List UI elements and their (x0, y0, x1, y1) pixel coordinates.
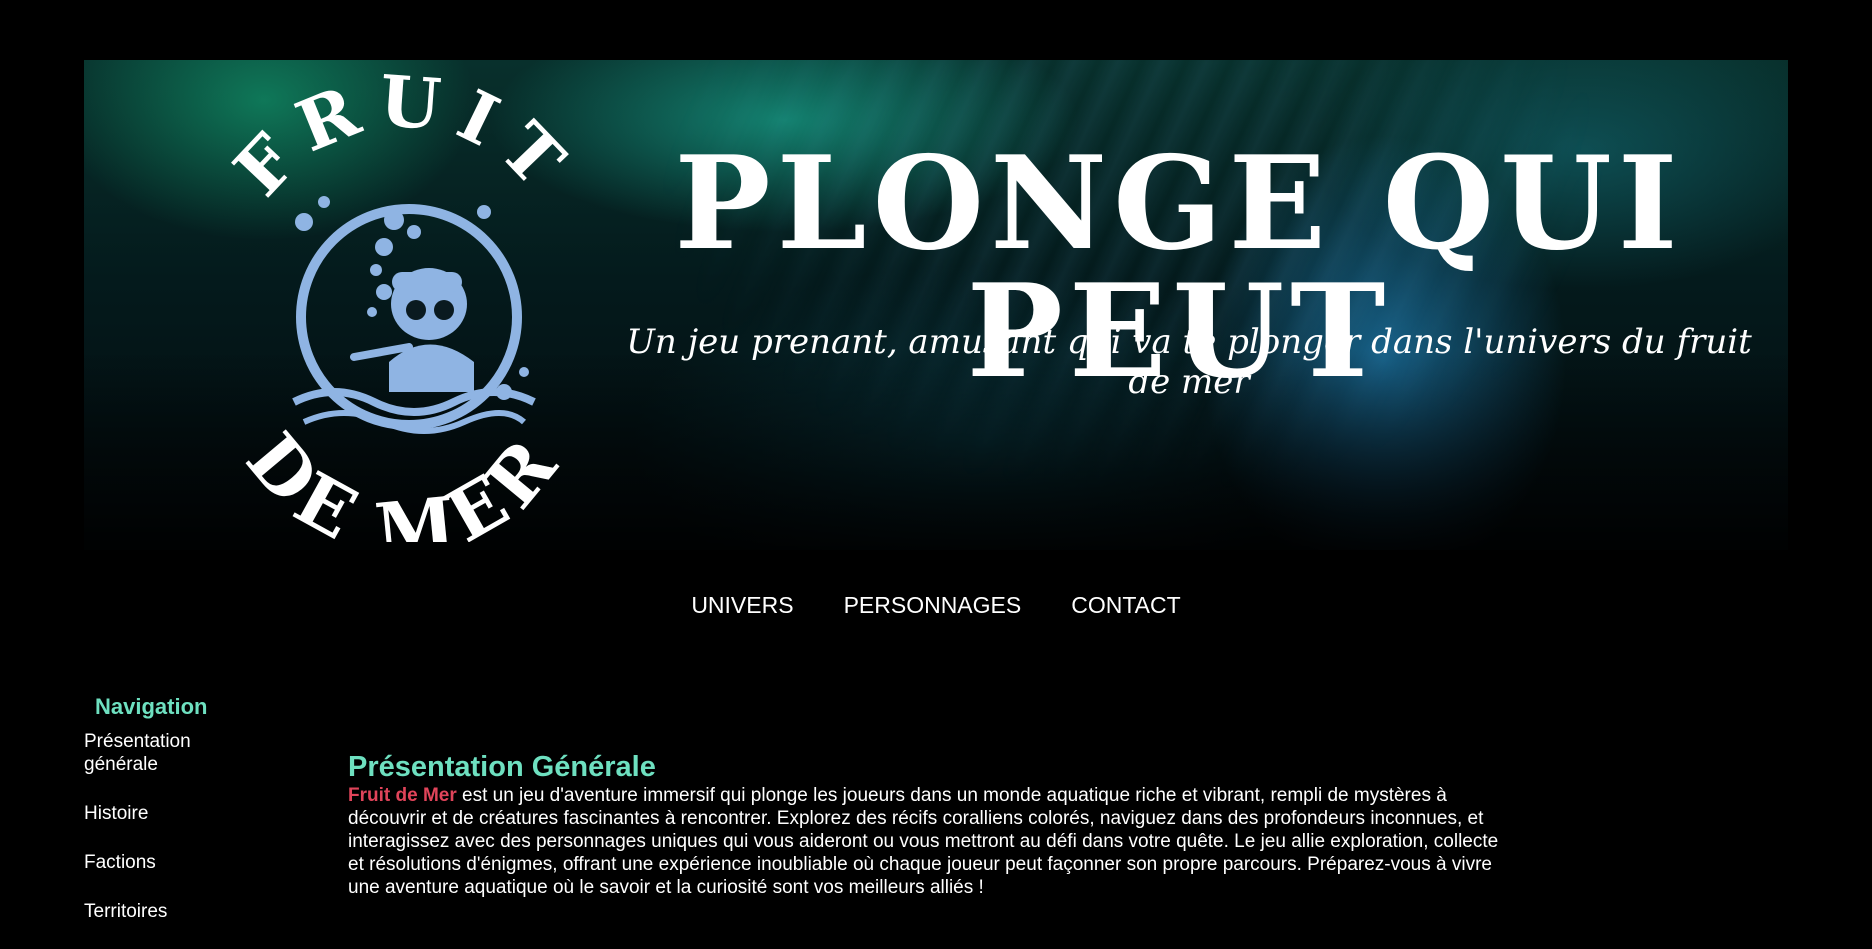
site-logo[interactable]: FRUIT DE MER (204, 60, 604, 550)
nav-personnages[interactable]: PERSONNAGES (844, 592, 1022, 619)
diver-logo-icon: FRUIT DE MER (218, 60, 590, 550)
nav-univers[interactable]: UNIVERS (691, 592, 793, 619)
site-tagline: Un jeu prenant, amusant qui va te plonge… (626, 322, 1752, 402)
svg-text:FRUIT: FRUIT (218, 72, 590, 212)
svg-text:DE MER: DE MER (230, 417, 577, 542)
top-navigation: UNIVERS PERSONNAGES CONTACT (0, 592, 1872, 619)
main-content: Présentation Générale Fruit de Mer est u… (348, 750, 1518, 899)
sidebar-item-factions[interactable]: Factions (84, 851, 284, 874)
nav-contact[interactable]: CONTACT (1071, 592, 1180, 619)
section-title: Présentation Générale (348, 751, 656, 783)
intro-text: est un jeu d'aventure immersif qui plong… (348, 785, 1499, 898)
sidebar-item-presentation[interactable]: Présentation générale (84, 730, 214, 776)
brand-name: Fruit de Mer (348, 785, 457, 806)
sidebar-title: Navigation (95, 694, 208, 719)
sidebar-item-histoire[interactable]: Histoire (84, 802, 284, 825)
hero-banner: FRUIT DE MER PLONGE QUI PEUT Un jeu pren… (84, 60, 1788, 550)
sidebar: Navigation Présentation générale Histoir… (84, 694, 284, 949)
sidebar-item-territoires[interactable]: Territoires (84, 900, 284, 923)
intro-paragraph: Fruit de Mer est un jeu d'aventure immer… (348, 784, 1518, 899)
